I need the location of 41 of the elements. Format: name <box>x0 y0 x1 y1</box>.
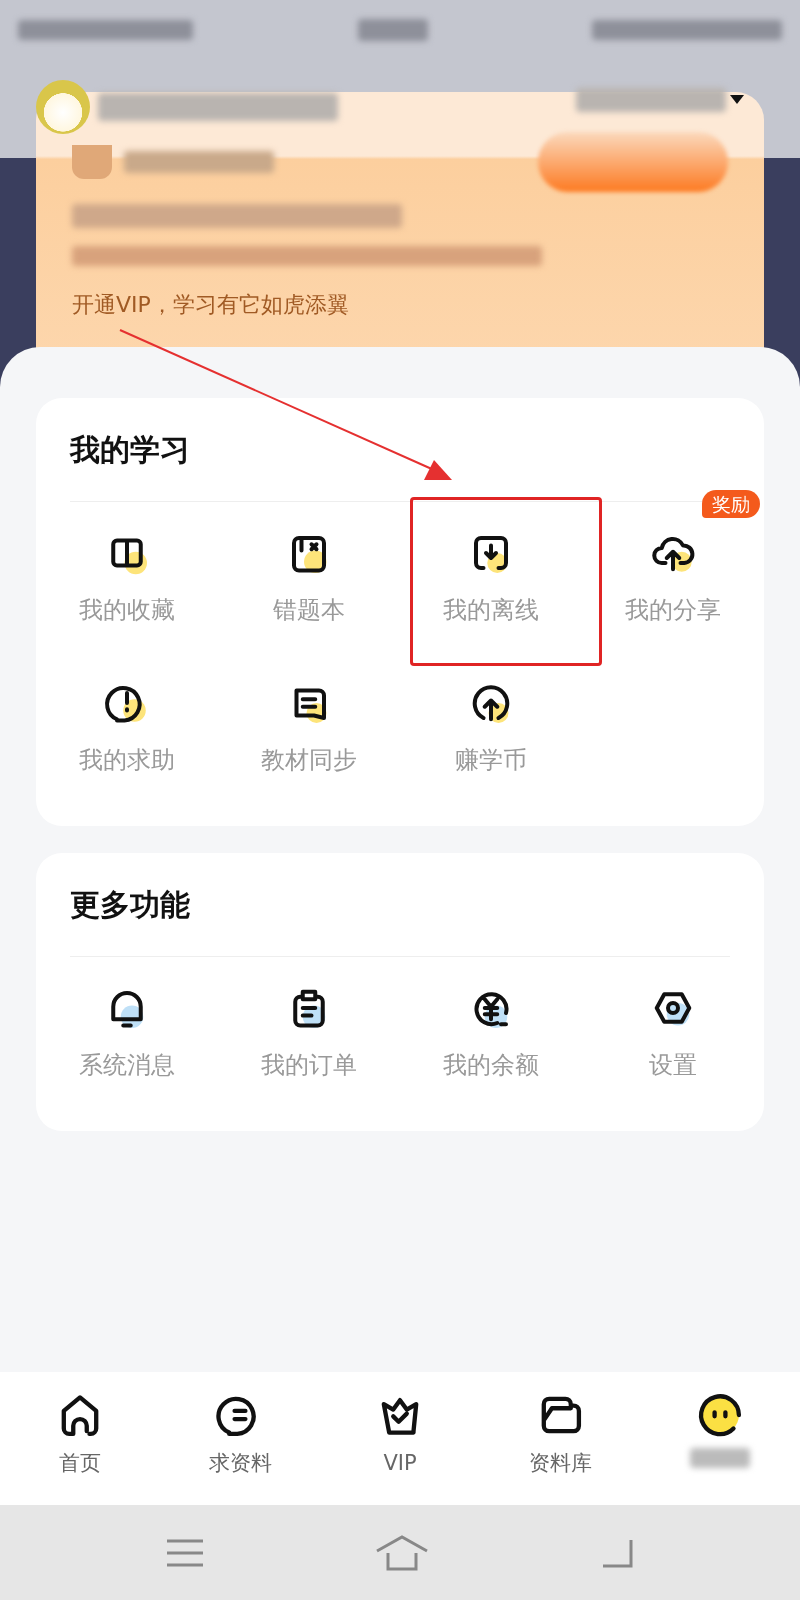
menu-label: 教材同步 <box>261 745 357 776</box>
menu-item[interactable]: 我的余额 <box>400 969 582 1119</box>
caret-icon[interactable] <box>730 95 744 105</box>
menu-label: 错题本 <box>273 595 345 626</box>
menu-item[interactable]: 我的收藏 <box>36 514 218 664</box>
blurred-label <box>690 1448 750 1468</box>
home-icon[interactable] <box>375 1534 429 1571</box>
menu-label: 系统消息 <box>79 1050 175 1081</box>
section-title: 我的学习 <box>70 431 190 469</box>
menu-item[interactable]: 我的离线 <box>400 514 582 664</box>
nav-tab[interactable]: 求资料 <box>160 1372 320 1505</box>
menu-label: 赚学币 <box>455 745 527 776</box>
reward-badge: 奖励 <box>702 490 760 518</box>
nav-tab[interactable]: 资料库 <box>480 1372 640 1505</box>
menu-label: 我的收藏 <box>79 595 175 626</box>
status-time <box>357 19 428 41</box>
menu-item[interactable]: 教材同步 <box>218 664 400 814</box>
menu-label: 我的求助 <box>79 745 175 776</box>
menu-label: 我的离线 <box>443 595 539 626</box>
menu-item[interactable]: 我的订单 <box>218 969 400 1119</box>
menu-label: 设置 <box>649 1050 697 1081</box>
nav-tab[interactable]: VIP <box>320 1372 480 1505</box>
menu-item[interactable]: 设置 <box>582 969 764 1119</box>
avatar <box>36 80 90 134</box>
blurred-button[interactable] <box>538 132 728 192</box>
menu-label: 我的订单 <box>261 1050 357 1081</box>
menu-item[interactable]: 我的求助 <box>36 664 218 814</box>
menu-label: 我的余额 <box>443 1050 539 1081</box>
tab-label: 求资料 <box>208 1450 272 1477</box>
menu-item[interactable]: 错题本 <box>218 514 400 664</box>
promo-text: 开通VIP，学习有它如虎添翼 <box>72 292 349 317</box>
menu-item[interactable]: 赚学币 <box>400 664 582 814</box>
tab-label: 首页 <box>59 1450 101 1477</box>
menu-item[interactable]: 系统消息 <box>36 969 218 1119</box>
nav-tab[interactable]: 首页 <box>0 1372 160 1505</box>
menu-label: 我的分享 <box>625 595 721 626</box>
menu-icon[interactable] <box>165 1537 205 1568</box>
section-title: 更多功能 <box>70 886 190 924</box>
tab-label: VIP <box>383 1450 417 1477</box>
crown-badge <box>72 145 112 179</box>
tab-label: 资料库 <box>528 1450 592 1477</box>
